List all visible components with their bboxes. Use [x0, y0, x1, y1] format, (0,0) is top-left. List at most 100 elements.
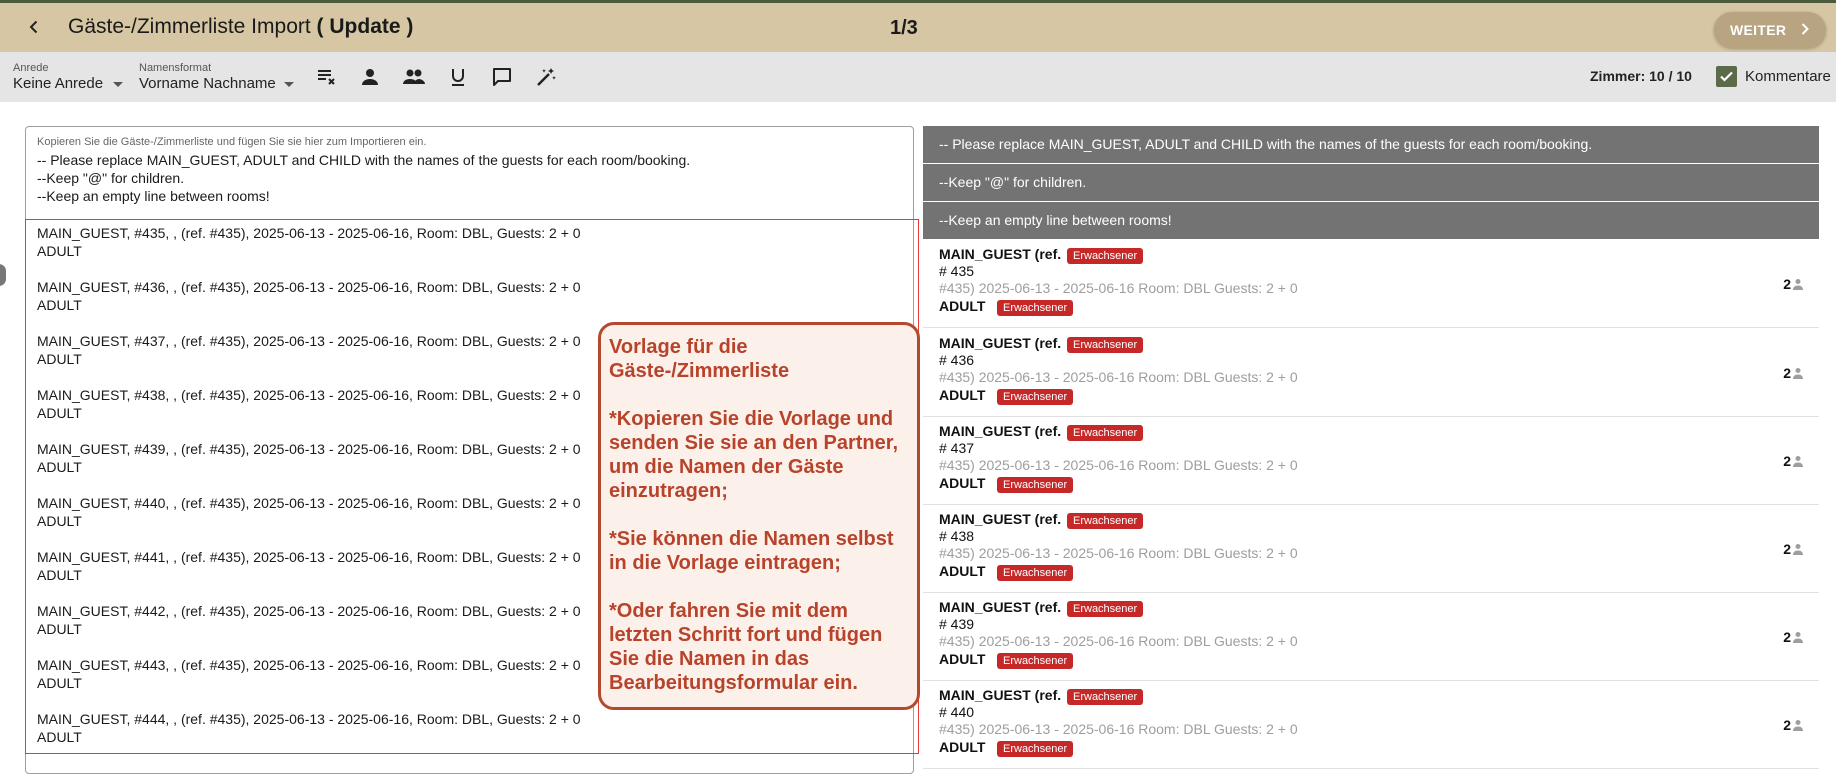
main-guest-name: MAIN_GUEST (ref. [939, 511, 1062, 527]
entry-adult: ADULT [37, 351, 82, 367]
guest-count: 2 [1783, 365, 1791, 381]
room-card[interactable]: MAIN_GUEST (ref. Erwachsener # 436 #435)… [923, 329, 1819, 417]
person-icon [1793, 456, 1803, 467]
preview-comment-row: -- Please replace MAIN_GUEST, ADULT and … [923, 126, 1819, 163]
callout-text: *Kopieren Sie die Vorlage und senden Sie… [609, 408, 899, 502]
adult-badge: Erwachsener [1067, 248, 1144, 264]
page-title-main: Gäste-/Zimmerliste Import [68, 15, 311, 38]
chevron-right-icon [1801, 23, 1809, 35]
entry-adult: ADULT [37, 297, 82, 313]
comments-checkbox[interactable] [1716, 66, 1737, 87]
person-icon [1793, 279, 1803, 290]
scroll-handle[interactable] [0, 264, 6, 286]
comments-label: Kommentare [1745, 68, 1831, 85]
entry-adult: ADULT [37, 405, 82, 421]
template-entry: MAIN_GUEST, #440, , (ref. #435), 2025-06… [37, 494, 581, 530]
dropdown-caret-icon [113, 82, 123, 87]
clear-list-button[interactable] [313, 64, 339, 90]
adult-badge: Erwachsener [997, 300, 1074, 316]
entry-line: MAIN_GUEST, #436, , (ref. #435), 2025-06… [37, 279, 581, 295]
guest-count: 2 [1783, 453, 1791, 469]
multiple-guests-button[interactable] [401, 64, 427, 90]
callout-title: Vorlage für die Gäste-/Zimmerliste [609, 336, 790, 382]
main-guest-name: MAIN_GUEST (ref. [939, 599, 1062, 615]
salutation-select[interactable]: Anrede Keine Anrede [13, 62, 123, 93]
name-format-select[interactable]: Namensformat Vorname Nachname [139, 62, 294, 93]
adult-badge: Erwachsener [997, 389, 1074, 405]
entry-line: MAIN_GUEST, #441, , (ref. #435), 2025-06… [37, 549, 581, 565]
main-guest-name: MAIN_GUEST (ref. [939, 246, 1062, 262]
adult-name: ADULT [939, 387, 986, 403]
booking-number: # 437 [939, 440, 975, 456]
template-entry: MAIN_GUEST, #443, , (ref. #435), 2025-06… [37, 656, 581, 692]
guest-count: 2 [1783, 276, 1791, 292]
booking-number: # 440 [939, 704, 975, 720]
preview-comment-row: --Keep an empty line between rooms! [923, 202, 1819, 239]
next-button[interactable]: WEITER [1714, 12, 1826, 48]
preview-comment-row: --Keep "@" for children. [923, 164, 1819, 201]
room-card[interactable]: MAIN_GUEST (ref. Erwachsener # 437 #435)… [923, 417, 1819, 505]
page-title-paren-open: ( [316, 15, 324, 38]
booking-number: # 436 [939, 352, 975, 368]
entry-adult: ADULT [37, 567, 82, 583]
adult-badge: Erwachsener [1067, 601, 1144, 617]
people-icon [403, 69, 425, 84]
entry-line: MAIN_GUEST, #440, , (ref. #435), 2025-06… [37, 495, 581, 511]
dropdown-caret-icon [284, 82, 294, 87]
magic-wand-button[interactable] [533, 64, 559, 90]
room-card[interactable]: MAIN_GUEST (ref. Erwachsener # 440 #435)… [923, 681, 1819, 769]
comment-icon [493, 68, 511, 86]
entry-adult: ADULT [37, 675, 82, 691]
entry-line: MAIN_GUEST, #444, , (ref. #435), 2025-06… [37, 711, 581, 727]
room-card[interactable]: MAIN_GUEST (ref. Erwachsener # 439 #435)… [923, 593, 1819, 681]
main-guest-name: MAIN_GUEST (ref. [939, 335, 1062, 351]
entry-adult: ADULT [37, 621, 82, 637]
template-entry: MAIN_GUEST, #437, , (ref. #435), 2025-06… [37, 332, 581, 368]
underline-button[interactable] [445, 64, 471, 90]
check-icon [1720, 71, 1733, 82]
booking-details: #435) 2025-06-13 - 2025-06-16 Room: DBL … [939, 457, 1298, 473]
comment-button[interactable] [489, 64, 515, 90]
guest-count: 2 [1783, 629, 1791, 645]
chevron-left-icon [29, 20, 38, 34]
adult-badge: Erwachsener [1067, 337, 1144, 353]
back-button[interactable] [20, 13, 48, 41]
adult-name: ADULT [939, 298, 986, 314]
entry-line: MAIN_GUEST, #437, , (ref. #435), 2025-06… [37, 333, 581, 349]
booking-details: #435) 2025-06-13 - 2025-06-16 Room: DBL … [939, 721, 1298, 737]
adult-name: ADULT [939, 651, 986, 667]
adult-badge: Erwachsener [997, 477, 1074, 493]
clear-list-icon [318, 70, 335, 85]
instruction-line: --Keep an empty line between rooms! [37, 188, 270, 204]
booking-details: #435) 2025-06-13 - 2025-06-16 Room: DBL … [939, 369, 1298, 385]
booking-number: # 439 [939, 616, 975, 632]
adult-badge: Erwachsener [997, 741, 1074, 757]
template-entry: MAIN_GUEST, #435, , (ref. #435), 2025-06… [37, 224, 581, 260]
entry-line: MAIN_GUEST, #443, , (ref. #435), 2025-06… [37, 657, 581, 673]
booking-number: # 438 [939, 528, 975, 544]
name-format-label: Namensformat [139, 62, 212, 74]
entry-line: MAIN_GUEST, #435, , (ref. #435), 2025-06… [37, 225, 581, 241]
booking-details: #435) 2025-06-13 - 2025-06-16 Room: DBL … [939, 633, 1298, 649]
adult-badge: Erwachsener [1067, 689, 1144, 705]
booking-number: # 435 [939, 263, 975, 279]
top-app-bar: Gäste-/Zimmerliste Import ( Update ) 1/3… [0, 0, 1836, 52]
room-card[interactable]: MAIN_GUEST (ref. Erwachsener # 438 #435)… [923, 505, 1819, 593]
entry-adult: ADULT [37, 513, 82, 529]
name-format-value: Vorname Nachname [139, 75, 276, 92]
magic-wand-icon [537, 68, 556, 86]
main-guest-name: MAIN_GUEST (ref. [939, 687, 1062, 703]
callout-text: *Sie können die Namen selbst in die Vorl… [609, 528, 894, 574]
single-guest-button[interactable] [357, 64, 383, 90]
person-icon [1793, 720, 1803, 731]
room-card[interactable]: MAIN_GUEST (ref. Erwachsener # 435 #435)… [923, 240, 1819, 328]
adult-name: ADULT [939, 475, 986, 491]
entry-line: MAIN_GUEST, #442, , (ref. #435), 2025-06… [37, 603, 581, 619]
template-info-callout: Vorlage für die Gäste-/Zimmerliste *Kopi… [598, 322, 920, 710]
next-button-label: WEITER [1730, 22, 1787, 38]
rooms-counter: Zimmer: 10 / 10 [1590, 68, 1692, 84]
entry-adult: ADULT [37, 729, 82, 745]
adult-badge: Erwachsener [1067, 425, 1144, 441]
entry-adult: ADULT [37, 243, 82, 259]
adult-name: ADULT [939, 563, 986, 579]
